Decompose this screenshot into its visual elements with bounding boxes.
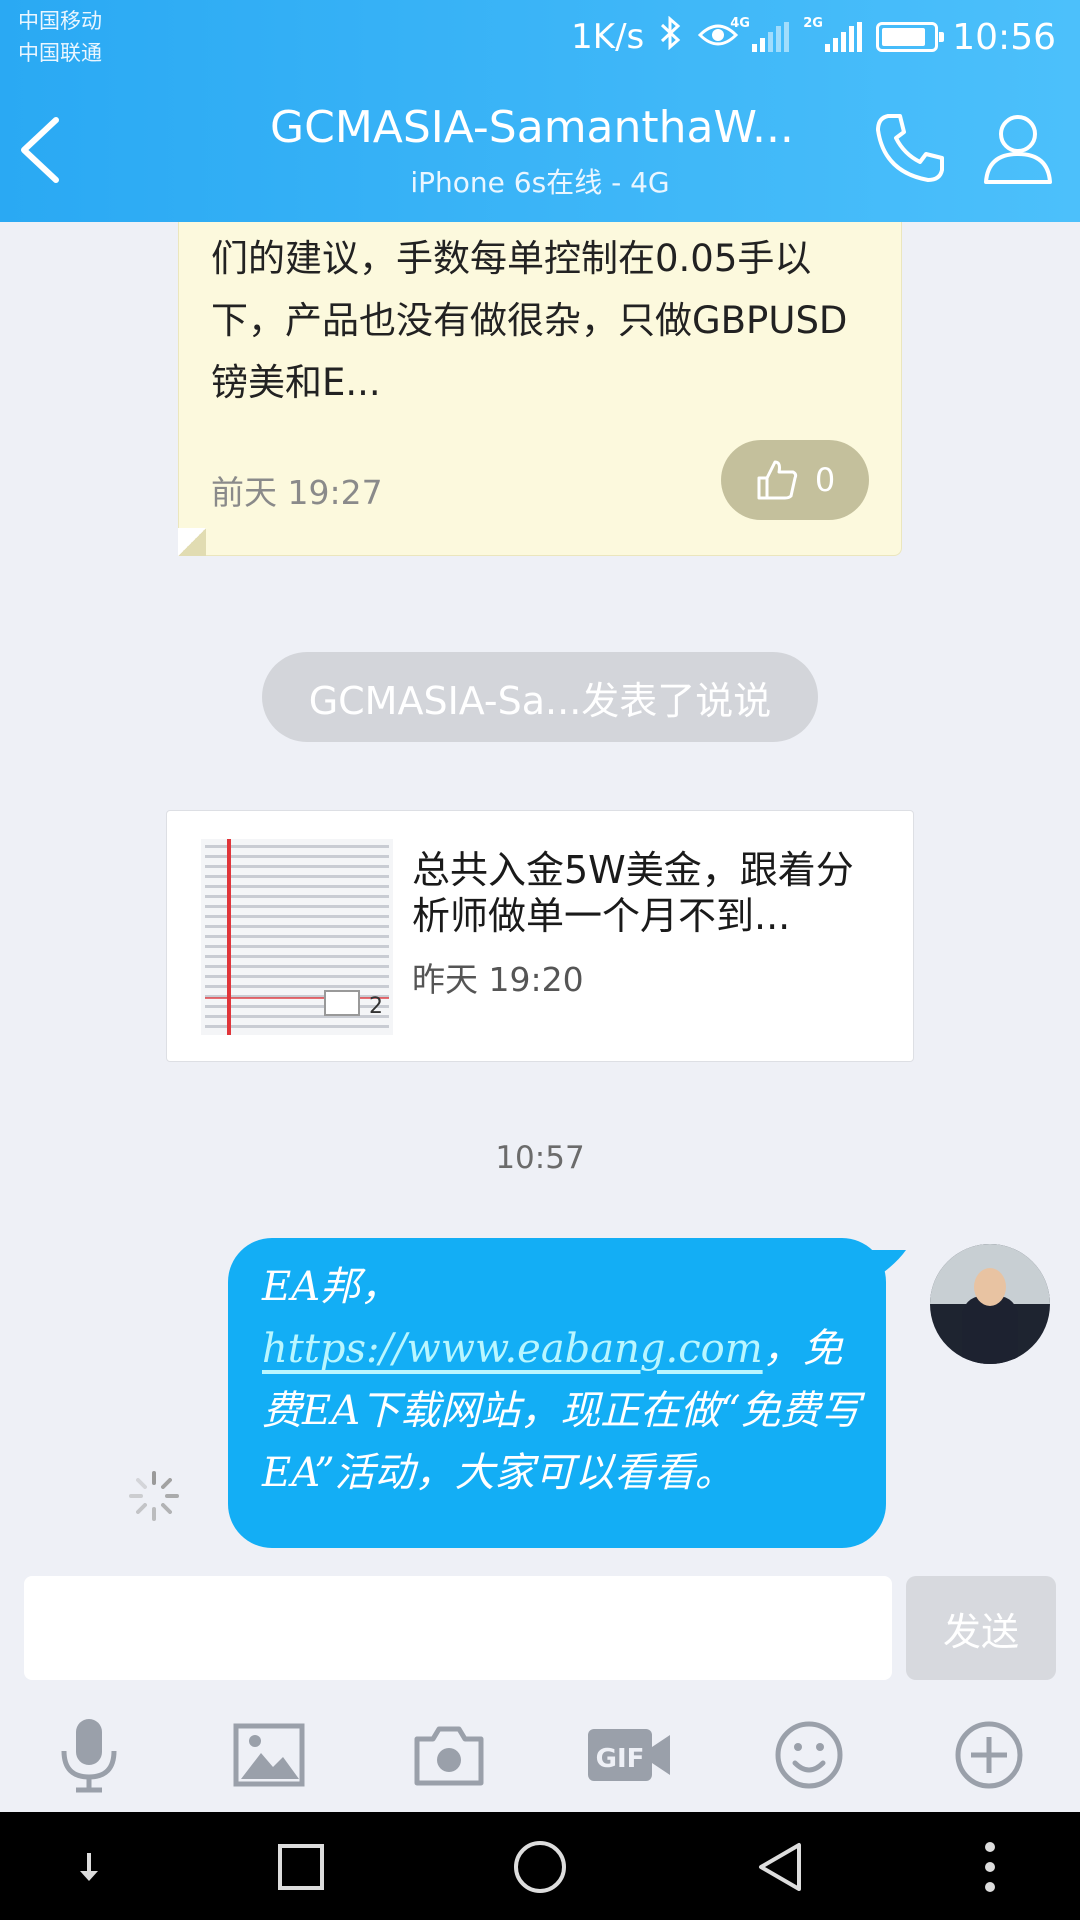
- back-nav-button[interactable]: [746, 1832, 816, 1902]
- hide-keyboard-button[interactable]: [54, 1832, 124, 1902]
- thumbs-up-icon: [757, 460, 797, 500]
- emoji-button[interactable]: [764, 1710, 854, 1800]
- message-prefix: EA邦，: [262, 1264, 401, 1310]
- phone-icon: [876, 114, 944, 182]
- sim2-tag: 2G: [803, 16, 823, 31]
- image-icon: [233, 1723, 305, 1787]
- shared-text: 们的建议，手数每单控制在0.05手以下，产品也没有做很杂，只做GBPUSD镑美和…: [211, 237, 848, 404]
- sim1-signal-icon: 4G: [730, 16, 790, 52]
- post-card[interactable]: 2 总共入金5W美金，跟着分析师做单一个月不到... 昨天 19:20: [166, 810, 914, 1062]
- shared-text-time: 前天 19:27: [211, 473, 383, 512]
- carrier-2: 中国联通: [18, 41, 102, 65]
- voice-button[interactable]: [44, 1710, 134, 1800]
- call-button[interactable]: [870, 108, 950, 188]
- mic-icon: [61, 1719, 117, 1793]
- message-link[interactable]: https://www.eabang.com: [262, 1326, 763, 1372]
- avatar[interactable]: [930, 1244, 1050, 1364]
- person-icon: [984, 115, 1052, 184]
- net-speed: 1K/s: [571, 17, 645, 57]
- bluetooth-icon: [658, 15, 684, 59]
- outgoing-message-text: EA邦，https://www.eabang.com，免费EA下载网站，现正在做…: [262, 1256, 862, 1504]
- plus-icon: [955, 1721, 1023, 1789]
- sim1-tag: 4G: [730, 16, 750, 31]
- shared-text-card[interactable]: 们的建议，手数每单控制在0.05手以下，产品也没有做很杂，只做GBPUSD镑美和…: [178, 222, 902, 556]
- avatar-figure-head: [974, 1268, 1006, 1306]
- sim2-signal-icon: 2G: [803, 16, 863, 52]
- like-count: 0: [814, 461, 836, 499]
- carrier-1: 中国移动: [18, 9, 102, 33]
- camera-icon: [414, 1726, 484, 1786]
- gif-button[interactable]: GIF: [584, 1710, 674, 1800]
- post-thumbnail: 2: [201, 839, 393, 1035]
- gif-icon: GIF: [588, 1729, 670, 1781]
- message-input[interactable]: [24, 1576, 892, 1680]
- camera-button[interactable]: [404, 1710, 494, 1800]
- emoji-icon: [775, 1721, 843, 1789]
- svg-text:GIF: GIF: [596, 1744, 645, 1774]
- battery-icon: [876, 22, 945, 52]
- post-time: 昨天 19:20: [412, 960, 584, 999]
- like-button[interactable]: 0: [721, 440, 869, 520]
- arrow-down-icon: [80, 1853, 98, 1881]
- circle-icon: [514, 1841, 566, 1893]
- more-vertical-icon: [985, 1842, 995, 1892]
- page-fold: [178, 528, 206, 556]
- system-notice[interactable]: GCMASIA-Sa...发表了说说: [262, 652, 818, 742]
- profile-button[interactable]: [978, 108, 1058, 188]
- square-icon: [278, 1844, 324, 1890]
- time-divider: 10:57: [495, 1140, 585, 1176]
- chat-header: 中国移动 中国联通 1K/s 4G 2G 10:56 GCMASIA-Saman…: [0, 0, 1080, 222]
- post-text: 总共入金5W美金，跟着分析师做单一个月不到...: [412, 848, 854, 938]
- chat-title: GCMASIA-SamanthaW...: [270, 102, 794, 153]
- triangle-back-icon: [759, 1843, 801, 1891]
- post-image-count: 2: [369, 994, 383, 1019]
- menu-button[interactable]: [955, 1832, 1025, 1902]
- status-time: 10:56: [952, 16, 1056, 58]
- home-button[interactable]: [505, 1832, 575, 1902]
- avatar-figure-body: [962, 1296, 1018, 1364]
- outgoing-message[interactable]: EA邦，https://www.eabang.com，免费EA下载网站，现正在做…: [228, 1238, 886, 1548]
- status-bar-right: 1K/s 4G 2G 10:56: [571, 12, 1056, 62]
- more-button[interactable]: [944, 1710, 1034, 1800]
- image-button[interactable]: [224, 1710, 314, 1800]
- navigation-bar: [0, 1812, 1080, 1920]
- sending-spinner-icon: [129, 1471, 179, 1521]
- recents-button[interactable]: [266, 1832, 336, 1902]
- input-bar: 发送 GIF: [0, 1560, 1080, 1812]
- send-button[interactable]: 发送: [906, 1576, 1056, 1680]
